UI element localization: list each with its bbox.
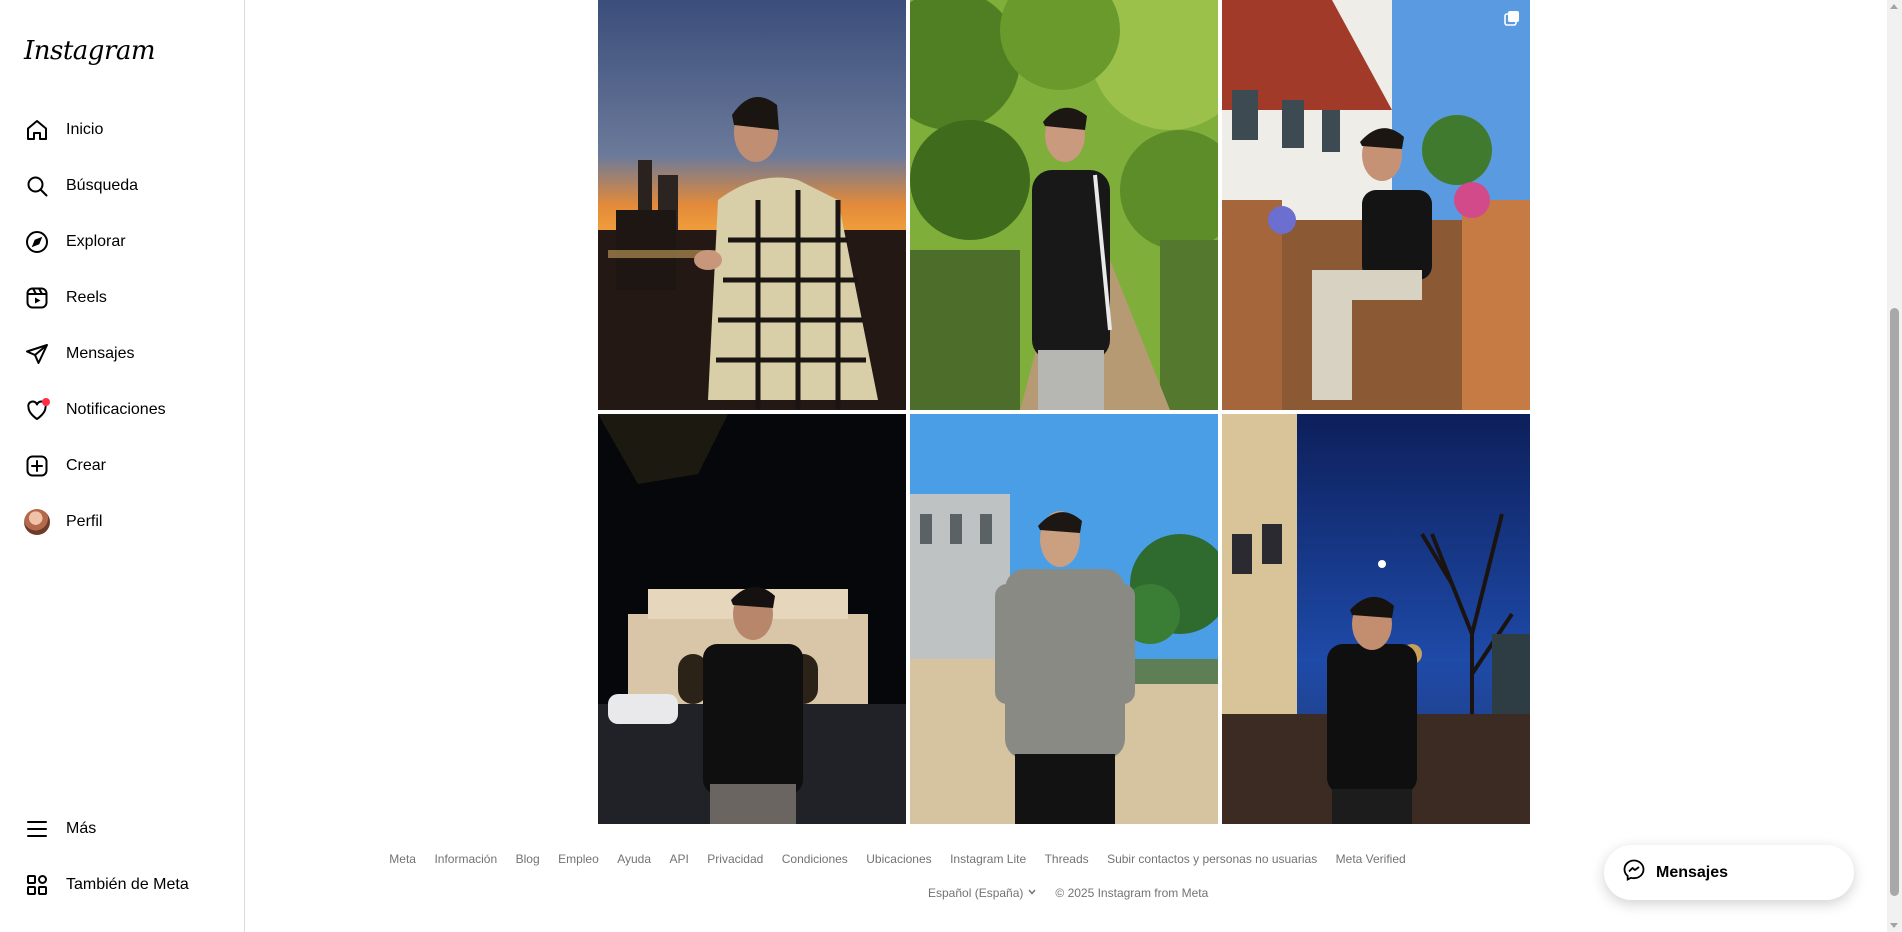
language-select[interactable]: Español (España) xyxy=(928,886,1037,900)
sidebar-item-busqueda[interactable]: Búsqueda xyxy=(12,162,232,210)
footer-link[interactable]: Instagram Lite xyxy=(950,852,1026,866)
sidebar-item-label: Reels xyxy=(66,289,107,306)
footer-link[interactable]: Ubicaciones xyxy=(866,852,931,866)
sidebar-item-label: Inicio xyxy=(66,121,104,138)
sidebar-item-label: Mensajes xyxy=(66,345,135,362)
messenger-icon xyxy=(1622,858,1646,887)
post-image xyxy=(598,414,906,824)
footer-bottom: Español (España) © 2025 Instagram from M… xyxy=(928,886,1208,900)
sidebar-item-label: Explorar xyxy=(66,233,126,250)
footer-link[interactable]: Meta xyxy=(389,852,416,866)
sidebar-item-explorar[interactable]: Explorar xyxy=(12,218,232,266)
post-tile[interactable] xyxy=(910,414,1218,824)
menu-icon xyxy=(24,816,50,842)
chevron-down-icon xyxy=(1027,886,1037,900)
sidebar-item-label: Más xyxy=(66,820,97,837)
sidebar-item-label: Perfil xyxy=(66,513,103,530)
sidebar: Instagram Inicio Búsqueda Explorar Reels… xyxy=(0,0,245,932)
sidebar-item-label: También de Meta xyxy=(66,876,189,893)
sidebar-item-label: Búsqueda xyxy=(66,177,139,194)
sidebar-item-notificaciones[interactable]: Notificaciones xyxy=(12,386,232,434)
avatar xyxy=(24,509,50,535)
notification-dot xyxy=(42,398,50,406)
post-image xyxy=(910,0,1218,410)
post-tile[interactable] xyxy=(1222,0,1530,410)
copyright: © 2025 Instagram from Meta xyxy=(1055,886,1209,900)
sidebar-item-mensajes[interactable]: Mensajes xyxy=(12,330,232,378)
carousel-icon xyxy=(1504,10,1520,26)
sidebar-item-perfil[interactable]: Perfil xyxy=(12,498,232,546)
messages-icon xyxy=(24,341,50,367)
post-image xyxy=(910,414,1218,824)
footer-link[interactable]: Blog xyxy=(516,852,540,866)
reels-icon xyxy=(24,285,50,311)
compass-icon xyxy=(24,229,50,255)
language-label: Español (España) xyxy=(928,886,1024,900)
footer-link[interactable]: Threads xyxy=(1045,852,1089,866)
sidebar-item-crear[interactable]: Crear xyxy=(12,442,232,490)
scroll-down-arrow[interactable] xyxy=(1890,923,1898,928)
create-icon xyxy=(24,453,50,479)
post-image xyxy=(598,0,906,410)
footer-link[interactable]: Subir contactos y personas no usuarias xyxy=(1107,852,1317,866)
sidebar-item-label: Crear xyxy=(66,457,107,474)
post-tile[interactable] xyxy=(1222,414,1530,824)
heart-icon xyxy=(24,397,50,423)
scrollbar[interactable] xyxy=(1887,0,1902,932)
post-tile[interactable] xyxy=(910,0,1218,410)
post-image xyxy=(1222,414,1530,824)
footer-link[interactable]: Meta Verified xyxy=(1336,852,1406,866)
sidebar-item-reels[interactable]: Reels xyxy=(12,274,232,322)
footer-link[interactable]: Información xyxy=(434,852,497,866)
footer-link[interactable]: Ayuda xyxy=(617,852,651,866)
sidebar-item-tambien-de-meta[interactable]: También de Meta xyxy=(12,861,232,909)
footer-link[interactable]: API xyxy=(669,852,688,866)
scroll-up-arrow[interactable] xyxy=(1890,4,1898,9)
post-tile[interactable] xyxy=(598,0,906,410)
meta-apps-icon xyxy=(24,872,50,898)
sidebar-item-mas[interactable]: Más xyxy=(12,805,232,853)
instagram-logo[interactable]: Instagram xyxy=(24,36,156,66)
sidebar-item-label: Notificaciones xyxy=(66,401,166,418)
sidebar-item-inicio[interactable]: Inicio xyxy=(12,106,232,154)
messages-label: Mensajes xyxy=(1656,863,1729,881)
footer-link[interactable]: Privacidad xyxy=(707,852,763,866)
footer-link[interactable]: Empleo xyxy=(558,852,599,866)
scroll-thumb[interactable] xyxy=(1890,308,1899,896)
search-icon xyxy=(24,173,50,199)
home-icon xyxy=(24,117,50,143)
footer-link[interactable]: Condiciones xyxy=(782,852,848,866)
post-image xyxy=(1222,0,1530,410)
post-tile[interactable] xyxy=(598,414,906,824)
messages-floating-button[interactable]: Mensajes xyxy=(1604,845,1854,900)
